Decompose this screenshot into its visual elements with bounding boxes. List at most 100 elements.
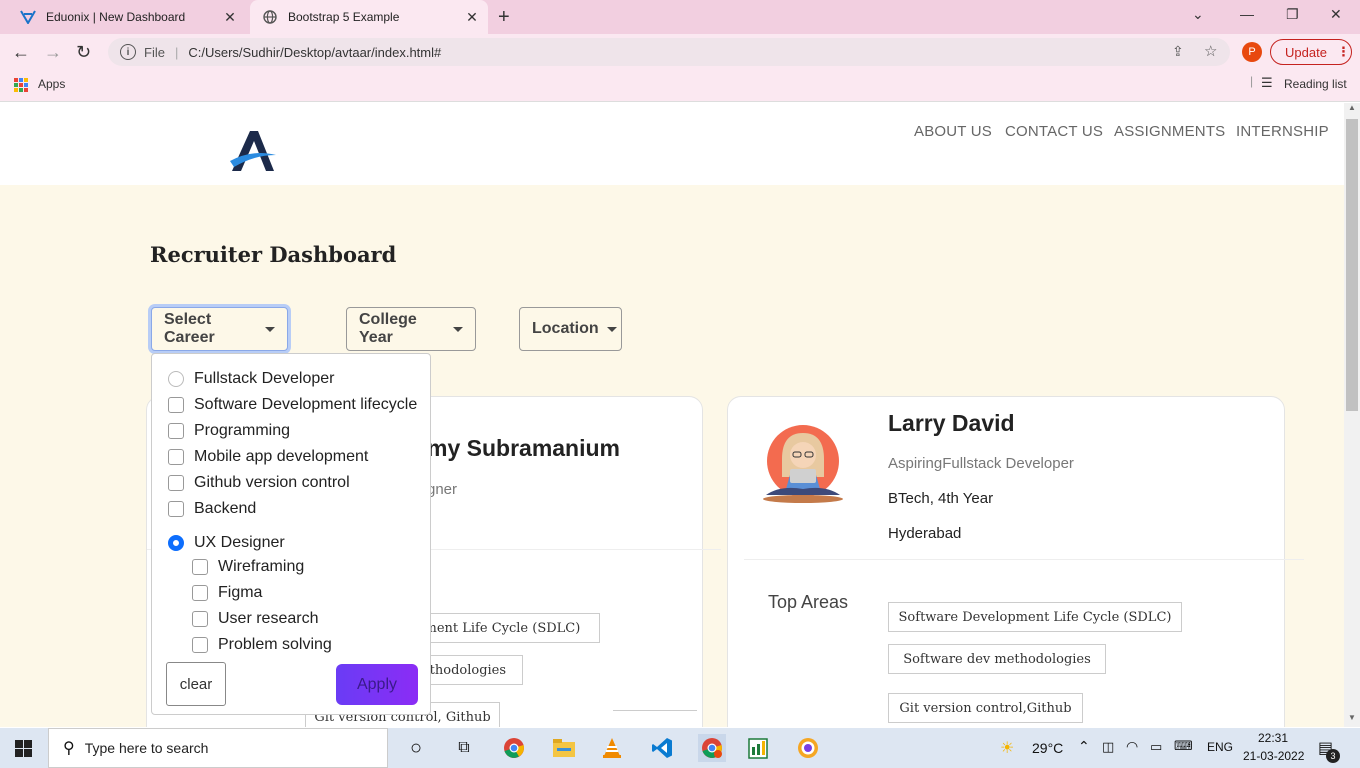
candidate-card: Larry David AspiringFullstack Developer … [727,396,1304,727]
checkbox[interactable] [168,475,184,491]
option-backend[interactable]: Backend [168,500,256,518]
weather-icon[interactable]: ☀ [1000,738,1014,758]
select-career-dropdown[interactable]: Select Career [151,307,288,351]
cortana-icon[interactable]: ○ [404,736,428,760]
clear-button[interactable]: clear [166,662,226,706]
more-menu-icon: ⋮ [1336,44,1350,59]
address-bar[interactable]: i File | C:/Users/Sudhir/Desktop/avtaar/… [108,38,1230,66]
tray-chevron-icon[interactable]: ⌃ [1078,738,1090,755]
scroll-down-icon[interactable]: ▼ [1348,713,1356,722]
skill-tag: Software Development Life Cycle (SDLC) [888,602,1182,632]
new-tab-button[interactable]: + [498,6,510,29]
caret-down-icon [265,326,275,332]
skill-tag: Git version control,Github [888,693,1083,723]
checkbox[interactable] [168,449,184,465]
option-github[interactable]: Github version control [168,474,350,492]
option-sdlc[interactable]: Software Development lifecycle [168,396,417,414]
checkbox[interactable] [168,423,184,439]
suboption-figma[interactable]: Figma [192,584,262,602]
candidate-name: my Subramanium [427,435,620,461]
checkbox[interactable] [168,397,184,413]
close-icon[interactable]: ✕ [220,9,240,26]
candidate-year: BTech, 4th Year [888,490,994,507]
wifi-icon[interactable]: ◠ [1126,738,1138,755]
restore-icon[interactable]: ❐ [1286,6,1299,23]
scroll-up-icon[interactable]: ▲ [1348,103,1356,112]
windows-start-icon[interactable] [15,740,32,757]
profile-avatar[interactable]: P [1242,42,1262,62]
option-label: Mobile app development [194,448,369,465]
checkbox[interactable] [192,637,208,653]
option-label: Github version control [194,474,350,491]
clock-date[interactable]: 21-03-2022 [1243,749,1304,763]
forward-icon[interactable]: → [44,42,62,63]
tab-eduonix[interactable]: Eduonix | New Dashboard ✕ [8,0,246,34]
suboption-wireframing[interactable]: Wireframing [192,558,304,576]
college-year-dropdown[interactable]: College Year [346,307,476,351]
option-label: Software Development lifecycle [194,396,418,413]
taskbar-search[interactable]: ⚲ Type here to search [48,728,388,768]
checkbox[interactable] [192,611,208,627]
reading-list-link[interactable]: Reading list [1284,77,1347,91]
option-label: Wireframing [218,558,305,575]
keyboard-icon[interactable]: ⌨ [1174,738,1193,754]
candidate-avatar [763,425,843,503]
reading-list-icon[interactable]: ☰ [1261,75,1273,91]
apply-button[interactable]: Apply [336,664,418,705]
nav-contact-us[interactable]: CONTACT US [1005,123,1103,140]
page-title: Recruiter Dashboard [150,242,397,267]
file-explorer-icon[interactable] [552,736,576,760]
battery-icon[interactable]: ▭ [1150,739,1162,755]
apps-bookmark[interactable]: Apps [38,77,65,91]
close-icon[interactable]: ✕ [462,9,482,26]
weather-temp[interactable]: 29°C [1032,740,1063,756]
apps-grid-icon[interactable] [14,78,28,92]
tab-bootstrap[interactable]: Bootstrap 5 Example ✕ [250,0,488,34]
chrome-active-icon[interactable] [698,734,726,762]
page-scrollbar[interactable]: ▲ ▼ [1344,103,1360,727]
update-button[interactable]: Update ⋮ [1270,39,1352,65]
suboption-problem-solving[interactable]: Problem solving [192,636,332,654]
radio-button[interactable] [168,371,184,387]
checkbox[interactable] [192,559,208,575]
nav-about-us[interactable]: ABOUT US [914,123,992,140]
back-icon[interactable]: ← [12,42,30,63]
radio-button-selected[interactable] [168,535,184,551]
option-programming[interactable]: Programming [168,422,290,440]
checkbox[interactable] [168,501,184,517]
clock-time[interactable]: 22:31 [1258,731,1288,745]
reload-icon[interactable]: ↻ [76,42,91,63]
nav-internship[interactable]: INTERNSHIP [1236,123,1329,140]
option-ux-designer[interactable]: UX Designer [168,534,285,552]
tab-search-icon[interactable]: ⌄ [1192,6,1204,23]
checkbox[interactable] [192,585,208,601]
star-icon[interactable]: ☆ [1204,42,1217,60]
minimize-icon[interactable]: — [1240,6,1254,22]
suboption-user-research[interactable]: User research [192,610,318,628]
vscode-icon[interactable] [650,736,674,760]
option-fullstack-developer[interactable]: Fullstack Developer [168,370,335,388]
meet-now-icon[interactable]: ◫ [1102,739,1114,755]
tab-title: Bootstrap 5 Example [288,10,400,24]
option-mobile-app[interactable]: Mobile app development [168,448,368,466]
vlc-icon[interactable] [600,736,624,760]
brave-icon[interactable] [796,736,820,760]
language-indicator[interactable]: ENG [1207,740,1233,754]
chrome-icon[interactable] [502,736,526,760]
info-icon[interactable]: i [120,44,136,60]
nav-assignments[interactable]: ASSIGNMENTS [1114,123,1225,140]
bookmarks-bar: Apps | ☰ Reading list [0,70,1360,102]
share-icon[interactable]: ⇪ [1172,43,1184,60]
window-close-icon[interactable]: ✕ [1330,6,1342,23]
green-app-icon[interactable] [746,736,770,760]
site-header: ABOUT US CONTACT US ASSIGNMENTS INTERNSH… [0,103,1344,185]
scroll-thumb[interactable] [1346,119,1358,411]
dropdown-label: College Year [359,311,417,346]
caret-down-icon [606,326,617,332]
location-dropdown[interactable]: Location [519,307,622,351]
card-footer-line [613,710,697,711]
notification-count: 3 [1326,749,1340,763]
site-logo[interactable] [228,127,278,173]
task-view-icon[interactable]: ⧉ [452,736,476,760]
caret-down-icon [453,326,463,332]
